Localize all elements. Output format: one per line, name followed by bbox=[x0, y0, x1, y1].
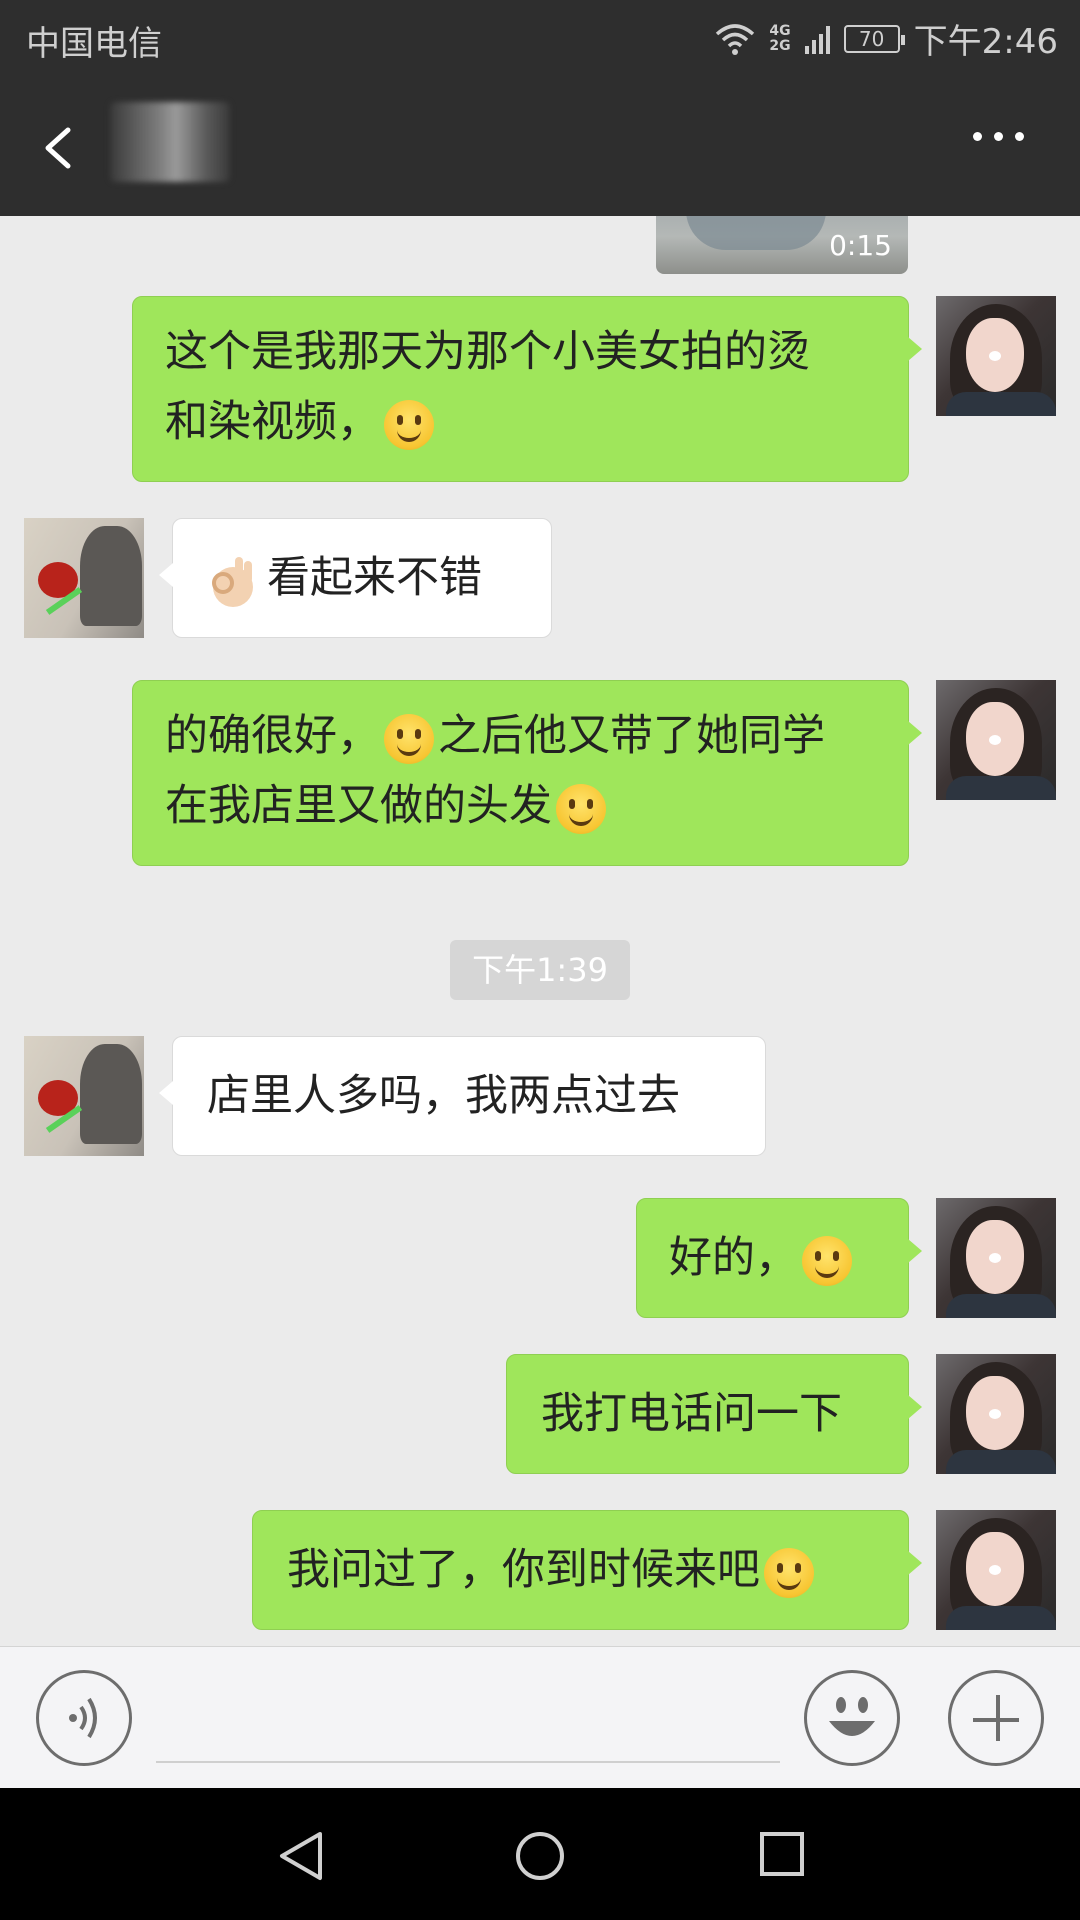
status-bar: 中国电信 4G 2G 70 下午2:46 bbox=[0, 0, 1080, 72]
message-text: 之后他又带了她同学 bbox=[438, 711, 825, 761]
input-bar bbox=[0, 1646, 1080, 1788]
message-bubble-outgoing[interactable]: 好的， bbox=[636, 1198, 922, 1318]
nav-recent-icon[interactable] bbox=[758, 1830, 806, 1878]
clock: 下午2:46 bbox=[913, 22, 1058, 62]
avatar-self[interactable] bbox=[936, 1198, 1056, 1318]
message-text: 的确很好， bbox=[165, 711, 380, 761]
video-duration: 0:15 bbox=[829, 229, 892, 262]
wifi-icon bbox=[716, 23, 755, 55]
network-2g-label: 2G bbox=[769, 37, 791, 54]
avatar-self[interactable] bbox=[936, 680, 1056, 800]
message-input[interactable] bbox=[156, 1761, 780, 1763]
video-message[interactable]: 0:15 bbox=[656, 216, 908, 274]
carrier-label: 中国电信 bbox=[26, 24, 162, 64]
network-4g-label: 4G bbox=[769, 22, 791, 39]
signal-icon bbox=[804, 24, 830, 54]
blush-emoji-icon bbox=[802, 1235, 852, 1286]
message-text: 这个是我那天为那个小美女拍的烫 bbox=[165, 327, 810, 377]
timestamp-chip: 下午1:39 bbox=[450, 940, 630, 1000]
message-text: 我打电话问一下 bbox=[541, 1389, 842, 1439]
message-bubble-incoming[interactable]: 店里人多吗，我两点过去 bbox=[159, 1036, 766, 1156]
avatar-self[interactable] bbox=[936, 1354, 1056, 1474]
title-bar bbox=[0, 72, 1080, 216]
message-text: 我问过了，你到时候来吧 bbox=[287, 1545, 760, 1595]
nav-back-icon[interactable] bbox=[276, 1830, 328, 1882]
message-text: 看起来不错 bbox=[267, 553, 482, 603]
blush-emoji-icon bbox=[764, 1547, 814, 1598]
smile-emoji-icon bbox=[556, 783, 606, 834]
emoji-icon[interactable] bbox=[804, 1670, 900, 1766]
message-bubble-outgoing[interactable]: 的确很好， 之后他又带了她同学 在我店里又做的头发 bbox=[132, 680, 922, 866]
smile-emoji-icon bbox=[384, 399, 434, 450]
chat-area[interactable]: 0:15 这个是我那天为那个小美女拍的烫 和染视频， 看起来不错 的确很好， 之后… bbox=[0, 216, 1080, 1646]
status-icons: 4G 2G 70 下午2:46 bbox=[715, 14, 1058, 63]
message-text: 好的， bbox=[669, 1233, 798, 1283]
ok-hand-emoji-icon bbox=[212, 556, 253, 607]
plus-icon[interactable] bbox=[948, 1670, 1044, 1766]
avatar-self[interactable] bbox=[936, 1510, 1056, 1630]
voice-wave-icon bbox=[69, 1697, 97, 1739]
battery-icon: 70 bbox=[843, 24, 905, 53]
contact-name-blurred bbox=[110, 102, 230, 182]
back-arrow-icon[interactable] bbox=[36, 120, 86, 176]
message-text: 在我店里又做的头发 bbox=[165, 781, 552, 831]
avatar-contact[interactable] bbox=[24, 518, 144, 638]
voice-icon[interactable] bbox=[36, 1670, 132, 1766]
message-bubble-outgoing[interactable]: 我打电话问一下 bbox=[506, 1354, 922, 1474]
avatar-contact[interactable] bbox=[24, 1036, 144, 1156]
message-bubble-outgoing[interactable]: 我问过了，你到时候来吧 bbox=[252, 1510, 922, 1630]
system-nav-bar bbox=[0, 1788, 1080, 1920]
message-bubble-incoming[interactable]: 看起来不错 bbox=[159, 518, 552, 638]
battery-level: 70 bbox=[858, 26, 885, 51]
nav-home-icon[interactable] bbox=[514, 1830, 566, 1882]
network-type: 4G 2G bbox=[769, 22, 791, 54]
message-bubble-outgoing[interactable]: 这个是我那天为那个小美女拍的烫 和染视频， bbox=[132, 296, 922, 482]
smile-emoji-icon bbox=[384, 713, 434, 764]
message-text: 店里人多吗，我两点过去 bbox=[207, 1071, 680, 1121]
message-text: 和染视频， bbox=[165, 397, 380, 447]
more-dots-icon[interactable] bbox=[973, 132, 1024, 141]
avatar-self[interactable] bbox=[936, 296, 1056, 416]
smiley-face-icon bbox=[829, 1697, 875, 1736]
